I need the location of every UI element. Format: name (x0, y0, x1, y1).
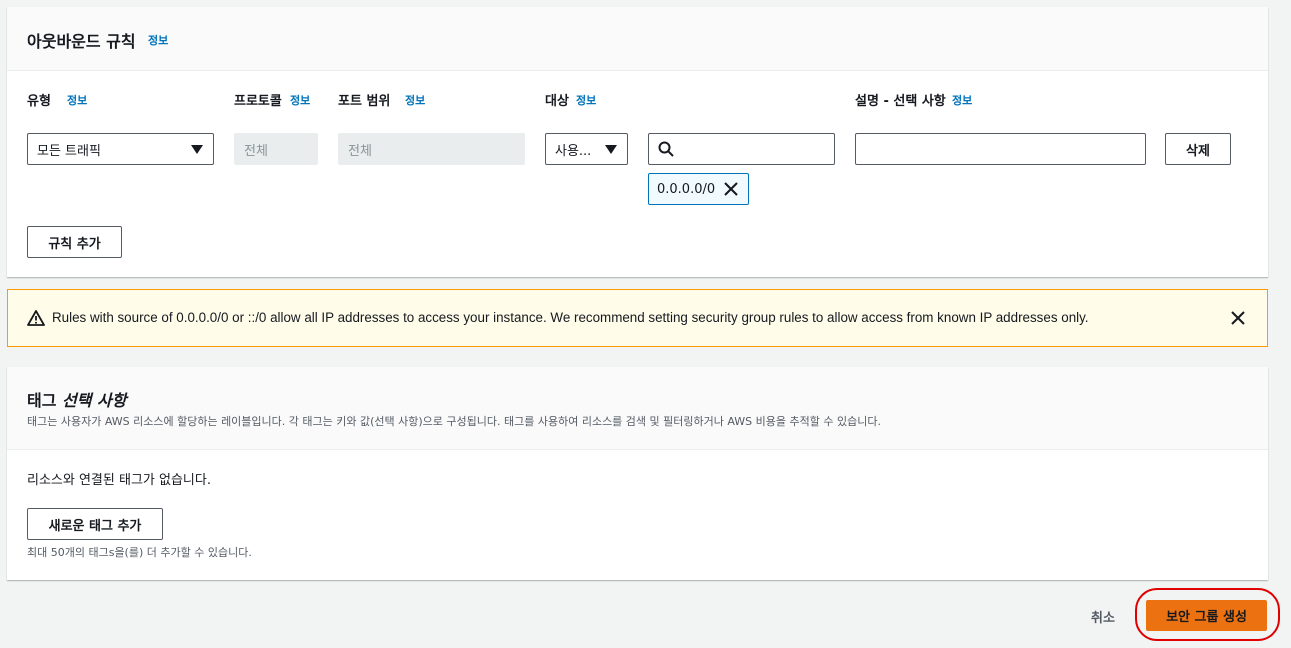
close-icon[interactable] (724, 182, 738, 196)
type-info-link[interactable]: 정보 (67, 92, 87, 108)
protocol-value: 전체 (244, 143, 268, 159)
delete-rule-button[interactable]: 삭제 (1165, 133, 1231, 165)
header-type: 유형 (27, 94, 51, 109)
outbound-header (7, 7, 1268, 71)
header-description: 설명 - 선택 사항 (855, 94, 946, 109)
tags-title-main: 태그 (27, 391, 57, 410)
port-info-link[interactable]: 정보 (405, 92, 425, 108)
cidr-token-label: 0.0.0.0/0 (657, 181, 716, 197)
type-select[interactable]: 모든 트래픽 (27, 133, 214, 165)
tags-title: 태그 선택 사항 (27, 387, 126, 411)
create-security-group-button[interactable]: 보안 그룹 생성 (1146, 600, 1267, 631)
port-range-field: 전체 (338, 133, 525, 165)
protocol-field: 전체 (234, 133, 318, 165)
destination-select[interactable]: 사용... (545, 133, 628, 165)
caret-down-icon (191, 145, 203, 154)
description-info-link[interactable]: 정보 (952, 92, 972, 108)
add-tag-button[interactable]: 새로운 태그 추가 (27, 508, 163, 540)
tags-title-optional: 선택 사항 (62, 391, 127, 410)
header-protocol: 프로토콜 (234, 94, 282, 109)
search-icon (658, 141, 674, 157)
tags-header (7, 367, 1268, 450)
port-range-value: 전체 (348, 143, 372, 159)
tags-limit-text: 최대 50개의 태그s을(를) 더 추가할 수 있습니다. (27, 546, 252, 559)
destination-select-value: 사용... (555, 143, 592, 159)
add-rule-button[interactable]: 규칙 추가 (27, 226, 122, 258)
outbound-title: 아웃바운드 규칙 (27, 32, 136, 51)
type-select-value: 모든 트래픽 (37, 143, 101, 159)
outbound-rules-panel: 아웃바운드 규칙 정보 유형 정보 프로토콜 정보 포트 범위 정보 대상 정보… (7, 7, 1268, 277)
warning-icon (27, 310, 45, 326)
warning-banner: Rules with source of 0.0.0.0/0 or ::/0 a… (7, 289, 1268, 347)
header-port-range: 포트 범위 (338, 94, 391, 109)
header-destination: 대상 (545, 94, 569, 109)
caret-down-icon (605, 145, 617, 154)
cidr-search-input[interactable] (648, 133, 835, 165)
outbound-info-link[interactable]: 정보 (148, 32, 168, 48)
tags-empty-text: 리소스와 연결된 태그가 없습니다. (27, 473, 211, 488)
description-input[interactable] (855, 133, 1146, 165)
tags-description: 태그는 사용자가 AWS 리소스에 할당하는 레이블입니다. 각 태그는 키와 … (27, 415, 881, 428)
warning-text: Rules with source of 0.0.0.0/0 or ::/0 a… (52, 310, 1089, 325)
protocol-info-link[interactable]: 정보 (290, 92, 310, 108)
destination-info-link[interactable]: 정보 (576, 92, 596, 108)
cancel-button[interactable]: 취소 (1080, 600, 1126, 632)
close-icon[interactable] (1231, 311, 1245, 325)
cidr-token: 0.0.0.0/0 (648, 173, 749, 205)
tags-panel: 태그 선택 사항 태그는 사용자가 AWS 리소스에 할당하는 레이블입니다. … (7, 367, 1268, 580)
